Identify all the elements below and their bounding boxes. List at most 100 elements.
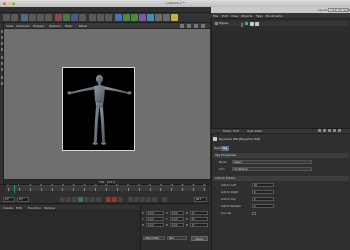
- material-menu-texture[interactable]: Texture: [44, 206, 55, 210]
- polygons-mode-icon[interactable]: [0, 68, 4, 71]
- menu-animate[interactable]: Animate: [66, 1, 79, 4]
- menu-select[interactable]: Select: [28, 1, 37, 4]
- add-to-right-field[interactable]: 0: [252, 190, 274, 195]
- position-key-icon[interactable]: [128, 197, 133, 202]
- pan-icon[interactable]: [180, 24, 184, 28]
- workplane-icon[interactable]: [0, 82, 4, 85]
- menu-create[interactable]: Create: [18, 1, 28, 4]
- scale-key-icon[interactable]: [134, 197, 139, 202]
- viewport-menu-filter[interactable]: Filter: [65, 24, 72, 28]
- menu-edit[interactable]: Edit: [10, 1, 16, 4]
- material-list[interactable]: [0, 211, 140, 250]
- menu-mograph[interactable]: MoGraph: [113, 1, 127, 4]
- rotate-tool-icon[interactable]: [45, 14, 52, 21]
- om-menu-bookmarks[interactable]: Bookmarks: [266, 14, 283, 18]
- interactive-render-region[interactable]: [62, 67, 135, 151]
- mode-dropdown[interactable]: Object: [232, 160, 312, 165]
- autokeying-icon[interactable]: [112, 197, 117, 202]
- object-name[interactable]: Figure: [219, 22, 228, 25]
- material-menu-create[interactable]: Create: [3, 206, 13, 210]
- timeline-settings-icon[interactable]: [162, 197, 167, 202]
- record-active-objects-icon[interactable]: [106, 197, 111, 202]
- snap-icon[interactable]: [0, 76, 4, 79]
- maximize-view-icon[interactable]: [201, 24, 205, 28]
- rotation-key-icon[interactable]: [140, 197, 145, 202]
- y-axis-lock-icon[interactable]: [63, 14, 70, 21]
- om-menu-edit[interactable]: Edit: [222, 14, 228, 18]
- menu-character[interactable]: Character: [126, 1, 141, 4]
- size-x-field[interactable]: 0 cm: [170, 211, 184, 216]
- coordinate-mode-dropdown[interactable]: Object (Rel): [143, 236, 165, 241]
- menu-render[interactable]: Render: [91, 1, 102, 4]
- link-all-checkbox[interactable]: [252, 211, 256, 215]
- om-menu-view[interactable]: View: [231, 14, 238, 18]
- render-picture-viewer-icon[interactable]: [97, 14, 104, 21]
- timeline-playhead[interactable]: [14, 185, 15, 193]
- nav-back-icon[interactable]: [318, 129, 321, 132]
- live-selection-icon[interactable]: [21, 14, 28, 21]
- keyframe-selection-icon[interactable]: [118, 197, 123, 202]
- search-icon[interactable]: [328, 129, 331, 132]
- am-menu-mode[interactable]: Mode: [223, 130, 231, 133]
- make-editable-icon[interactable]: [0, 30, 4, 33]
- nav-up-icon[interactable]: [323, 129, 326, 132]
- deformer-icon[interactable]: [147, 14, 154, 21]
- menu-snap[interactable]: Snap: [57, 1, 65, 4]
- go-to-start-icon[interactable]: [60, 197, 65, 202]
- object-list[interactable]: [211, 19, 350, 127]
- camera-icon[interactable]: [163, 14, 170, 21]
- redo-icon[interactable]: [11, 14, 18, 21]
- menu-simulate[interactable]: Simulate: [78, 1, 91, 4]
- floor-icon[interactable]: [155, 14, 162, 21]
- new-window-icon[interactable]: [338, 129, 341, 132]
- ik-tag-icon[interactable]: [255, 21, 259, 26]
- array-icon[interactable]: [139, 14, 146, 21]
- visibility-render-dot-icon[interactable]: [241, 24, 243, 27]
- move-tool-icon[interactable]: [29, 14, 36, 21]
- om-menu-file[interactable]: File: [213, 14, 218, 18]
- menu-tools[interactable]: Tools: [38, 1, 45, 4]
- size-y-field[interactable]: 0 cm: [170, 217, 184, 222]
- object-row-figure[interactable]: [213, 21, 348, 26]
- add-to-bottom-field[interactable]: 0: [252, 204, 274, 209]
- om-menu-tags[interactable]: Tags: [256, 14, 263, 18]
- menu-plugins[interactable]: Plugins: [141, 1, 152, 4]
- menu-script[interactable]: Script: [153, 1, 162, 4]
- menu-help[interactable]: Help: [176, 1, 183, 4]
- rotation-b-field[interactable]: 0°: [190, 223, 208, 228]
- model-mode-icon[interactable]: [0, 36, 4, 39]
- next-key-icon[interactable]: [90, 197, 95, 202]
- menu-window[interactable]: Window: [164, 1, 176, 4]
- viewport-menu-panel[interactable]: Panel: [79, 24, 87, 28]
- go-to-end-icon[interactable]: [96, 197, 101, 202]
- section-add-to-frame[interactable]: Add to Frame: [213, 176, 349, 181]
- next-frame-icon[interactable]: [84, 197, 89, 202]
- size-mode-dropdown[interactable]: Size: [167, 236, 187, 241]
- z-axis-lock-icon[interactable]: [71, 14, 78, 21]
- material-menu-function[interactable]: Function: [28, 206, 41, 210]
- previous-key-icon[interactable]: [66, 197, 71, 202]
- position-z-field[interactable]: 0 cm: [146, 223, 164, 228]
- texture-mode-icon[interactable]: [0, 42, 4, 45]
- viewport-menu-display[interactable]: Display: [33, 24, 44, 28]
- size-z-field[interactable]: 0 cm: [170, 223, 184, 228]
- viewport-menu-cameras[interactable]: Cameras: [16, 24, 29, 28]
- current-frame-field[interactable]: 0 F: [17, 197, 29, 202]
- zoom-icon[interactable]: [187, 24, 191, 28]
- undo-icon[interactable]: [3, 14, 10, 21]
- menu-file[interactable]: File: [2, 1, 7, 4]
- point-level-key-icon[interactable]: [152, 197, 157, 202]
- rotation-p-field[interactable]: 0°: [190, 217, 208, 222]
- render-settings-icon[interactable]: [105, 14, 112, 21]
- viewport-menu-view[interactable]: View: [6, 24, 13, 28]
- position-x-field[interactable]: 0 cm: [146, 211, 164, 216]
- menu-mesh[interactable]: Mesh: [48, 1, 56, 4]
- play-icon[interactable]: [78, 197, 83, 202]
- orbit-icon[interactable]: [194, 24, 198, 28]
- tab-tag[interactable]: Tag: [221, 146, 229, 151]
- points-mode-icon[interactable]: [0, 56, 4, 59]
- menu-sculpt[interactable]: Sculpt: [102, 1, 111, 4]
- rotation-h-field[interactable]: 0°: [190, 211, 208, 216]
- enabled-check-icon[interactable]: [245, 22, 248, 25]
- spline-pen-icon[interactable]: [123, 14, 130, 21]
